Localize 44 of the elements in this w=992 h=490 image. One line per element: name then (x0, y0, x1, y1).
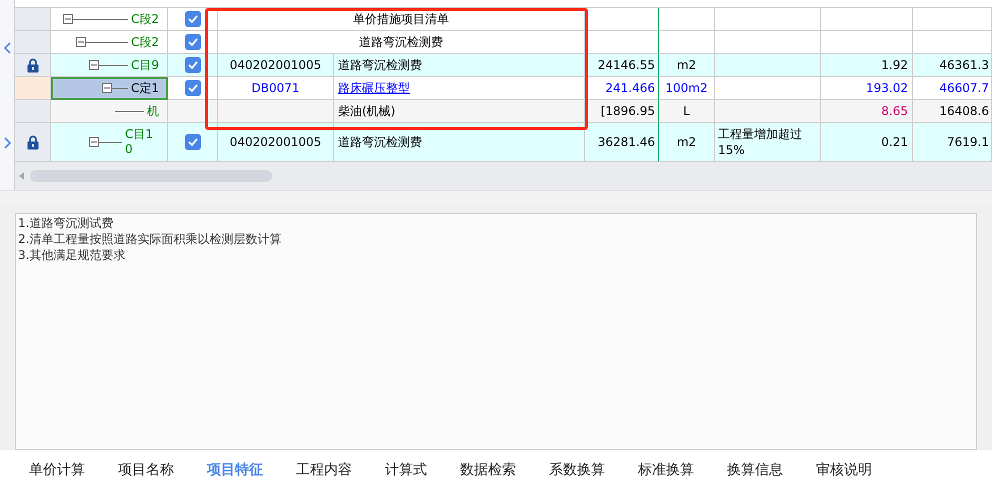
tab[interactable]: 系数换算 (549, 460, 605, 480)
collapse-icon[interactable] (89, 137, 99, 147)
checkbox[interactable] (184, 134, 200, 150)
tree-node-label[interactable]: C目9 (130, 58, 159, 72)
collapse-icon[interactable] (102, 83, 112, 93)
collapse-icon[interactable] (76, 37, 86, 47)
description-text-area[interactable]: 1.道路弯沉测试费 2.清单工程量按照道路实际面积乘以检测层数计算 3.其他满足规范要求 (15, 213, 977, 450)
lock-icon (26, 134, 38, 150)
tab[interactable]: 数据检索 (460, 460, 516, 480)
tree-line (115, 110, 144, 112)
checkbox[interactable] (184, 57, 200, 73)
tab[interactable]: 换算信息 (727, 460, 783, 480)
chevron-right-icon[interactable] (4, 136, 10, 148)
check-icon (188, 61, 198, 69)
tree-line (99, 64, 128, 66)
check-icon (188, 38, 198, 46)
tree-node-label[interactable]: C段2 (130, 12, 159, 26)
tree-line (73, 18, 128, 20)
check-icon (188, 84, 198, 92)
description-line: 1.道路弯沉测试费 (18, 215, 114, 231)
check-icon (188, 15, 198, 23)
description-line: 2.清单工程量按照道路实际面积乘以检测层数计算 (18, 231, 282, 247)
scroll-left-icon[interactable] (19, 172, 24, 180)
tree-node-label[interactable]: C目10 (125, 127, 159, 157)
checkbox[interactable] (184, 80, 200, 96)
checkbox[interactable] (184, 34, 200, 50)
tree-node-label[interactable]: C段2 (130, 34, 159, 50)
tab[interactable]: 工程内容 (296, 460, 352, 480)
tab[interactable]: 单价计算 (29, 460, 85, 480)
tab[interactable]: 计算式 (385, 460, 427, 480)
tree-node-label[interactable]: 机 (147, 104, 159, 118)
collapse-icon[interactable] (63, 14, 73, 24)
collapse-icon[interactable] (89, 60, 99, 70)
tree-cell[interactable]: C定1 (51, 77, 168, 100)
tab[interactable]: 项目名称 (118, 460, 174, 480)
tree-node-label[interactable]: C定1 (130, 80, 159, 96)
lock-icon (26, 58, 38, 72)
checkbox[interactable] (184, 11, 200, 27)
chevron-left-icon[interactable] (4, 42, 10, 54)
tab[interactable]: 标准换算 (638, 460, 694, 480)
tab[interactable]: 项目特征 (207, 460, 263, 480)
description-line: 3.其他满足规范要求 (18, 247, 126, 263)
check-icon (188, 138, 198, 146)
tab[interactable]: 审核说明 (816, 460, 872, 480)
